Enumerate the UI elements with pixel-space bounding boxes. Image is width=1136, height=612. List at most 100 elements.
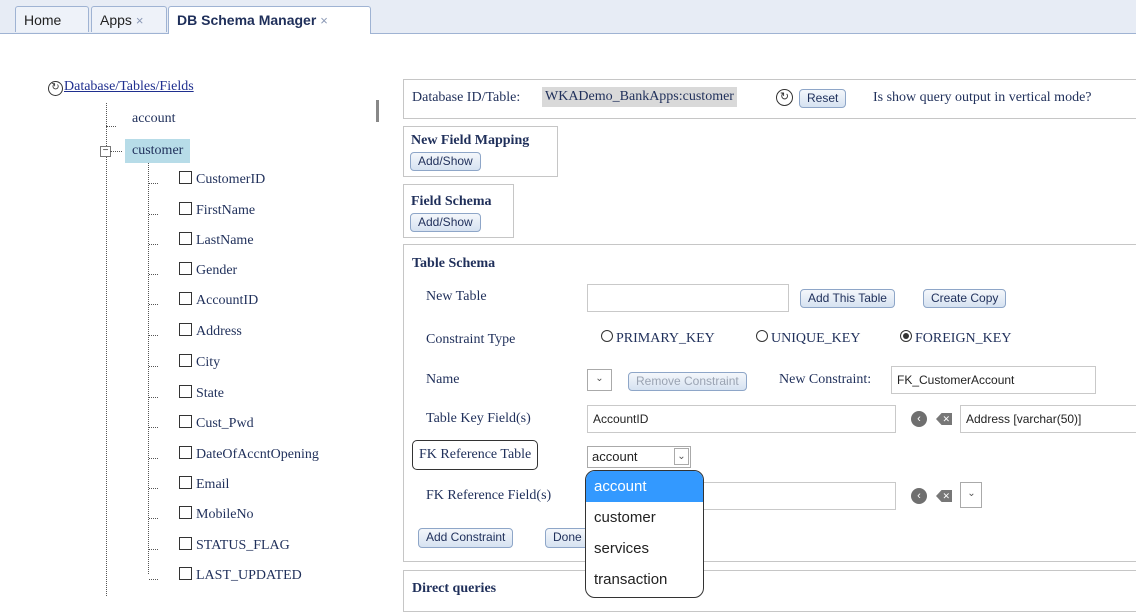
new-field-mapping-add-button[interactable]: Add/Show — [410, 152, 481, 171]
field-checkbox[interactable] — [179, 171, 192, 184]
field-checkbox[interactable] — [179, 415, 192, 428]
clear-icon[interactable]: ✕ — [936, 490, 952, 502]
new-field-mapping-title: New Field Mapping — [411, 133, 530, 148]
field-checkbox[interactable] — [179, 506, 192, 519]
tree-root-link[interactable]: Database/Tables/Fields — [64, 79, 194, 94]
tree-field-item[interactable]: State — [179, 385, 224, 402]
field-schema-add-button[interactable]: Add/Show — [410, 213, 481, 232]
fk-reference-field-input[interactable] — [700, 482, 896, 510]
radio-unique-key[interactable]: UNIQUE_KEY — [756, 330, 860, 347]
chevron-down-icon: ⌄ — [674, 448, 689, 465]
field-label: STATUS_FLAG — [196, 538, 290, 553]
tree-field-item[interactable]: STATUS_FLAG — [179, 537, 290, 554]
tree-field-item[interactable]: Address — [179, 323, 242, 340]
radio-foreign-key-control[interactable] — [900, 330, 912, 342]
field-checkbox[interactable] — [179, 354, 192, 367]
add-this-table-button[interactable]: Add This Table — [800, 289, 895, 308]
new-field-mapping-panel: New Field Mapping Add/Show — [403, 126, 558, 177]
table-key-fields-input[interactable]: AccountID — [587, 405, 896, 433]
tree-field-item[interactable]: CustomerID — [179, 171, 265, 188]
tree-connector — [106, 126, 116, 127]
tree-connector — [149, 244, 158, 245]
dropdown-option[interactable]: transaction — [586, 564, 703, 595]
tree-field-item[interactable]: LastName — [179, 232, 254, 249]
field-checkbox[interactable] — [179, 476, 192, 489]
create-copy-button[interactable]: Create Copy — [923, 289, 1007, 308]
field-checkbox[interactable] — [179, 232, 192, 245]
new-constraint-input[interactable]: FK_CustomerAccount — [891, 366, 1096, 394]
tree-field-item[interactable]: Gender — [179, 262, 237, 279]
radio-foreign-key-label: FOREIGN_KEY — [915, 331, 1012, 346]
tree-field-item[interactable]: Cust_Pwd — [179, 415, 254, 432]
done-button[interactable]: Done — [545, 528, 590, 548]
tree-field-item[interactable]: DateOfAccntOpening — [179, 446, 319, 463]
tree-connector — [149, 183, 158, 184]
close-icon[interactable]: × — [136, 13, 144, 28]
new-table-input[interactable] — [587, 284, 789, 312]
tree-connector — [149, 579, 158, 580]
radio-primary-key[interactable]: PRIMARY_KEY — [601, 330, 715, 347]
tree-table-customer[interactable]: customer — [125, 139, 191, 163]
fk-reference-table-select[interactable]: account ⌄ — [587, 446, 691, 468]
tree-connector — [149, 304, 158, 305]
tree-field-item[interactable]: City — [179, 354, 220, 371]
tree-field-item[interactable]: AccountID — [179, 292, 258, 309]
radio-unique-key-control[interactable] — [756, 330, 768, 342]
field-label: Address — [196, 324, 242, 339]
tree-table-label: account — [132, 111, 176, 126]
tab-home[interactable]: Home — [15, 6, 89, 32]
refresh-icon[interactable]: ↻ — [48, 81, 63, 96]
tree-field-item[interactable]: FirstName — [179, 202, 255, 219]
scrollbar-thumb[interactable] — [376, 100, 379, 122]
radio-foreign-key[interactable]: FOREIGN_KEY — [900, 330, 1011, 347]
key-field-select[interactable]: Address [varchar(50)] — [960, 405, 1136, 433]
back-icon[interactable]: ‹ — [911, 488, 927, 504]
field-checkbox[interactable] — [179, 446, 192, 459]
field-checkbox[interactable] — [179, 262, 192, 275]
tree-connector — [149, 335, 158, 336]
tab-db-schema-label: DB Schema Manager — [177, 12, 317, 28]
add-constraint-button[interactable]: Add Constraint — [418, 528, 514, 548]
tree-connector — [149, 397, 158, 398]
tree-table-label: customer — [132, 143, 184, 158]
fk-reference-field-select[interactable]: ⌄ — [960, 482, 982, 508]
tab-bar: Home Apps × DB Schema Manager × — [0, 0, 1136, 34]
dropdown-option[interactable]: services — [586, 533, 703, 564]
close-icon[interactable]: × — [320, 13, 328, 28]
tree-root[interactable]: ↻ Database/Tables/Fields — [48, 79, 194, 96]
tree-field-item[interactable]: LAST_UPDATED — [179, 567, 302, 584]
tree-connector — [149, 366, 158, 367]
table-schema-title: Table Schema — [412, 256, 496, 271]
tree-field-item[interactable]: MobileNo — [179, 506, 254, 523]
dropdown-option[interactable]: customer — [586, 502, 703, 533]
clear-icon[interactable]: ✕ — [936, 413, 952, 425]
tree-connector — [149, 488, 158, 489]
constraint-type-label: Constraint Type — [426, 332, 516, 347]
field-checkbox[interactable] — [179, 567, 192, 580]
field-checkbox[interactable] — [179, 292, 192, 305]
chevron-down-icon: ⌄ — [592, 371, 607, 388]
tab-apps[interactable]: Apps × — [91, 6, 167, 32]
tree-connector — [149, 214, 158, 215]
constraint-name-select[interactable]: ⌄ — [587, 369, 612, 391]
tree-table-account[interactable]: account — [132, 111, 176, 127]
tree-field-item[interactable]: Email — [179, 476, 229, 493]
field-checkbox[interactable] — [179, 323, 192, 336]
tab-db-schema-manager[interactable]: DB Schema Manager × — [168, 6, 371, 34]
reset-button[interactable]: Reset — [799, 89, 847, 108]
db-table-value: WKADemo_BankApps:customer — [542, 87, 737, 107]
field-schema-panel: Field Schema Add/Show — [403, 184, 514, 238]
back-icon[interactable]: ‹ — [911, 411, 927, 427]
field-checkbox[interactable] — [179, 385, 192, 398]
table-schema-panel: Table Schema New Table Add This Table Cr… — [403, 244, 1136, 562]
tree-connector — [149, 274, 158, 275]
field-label: Gender — [196, 263, 238, 278]
field-checkbox[interactable] — [179, 202, 192, 215]
radio-primary-key-control[interactable] — [601, 330, 613, 342]
dropdown-option[interactable]: account — [586, 471, 703, 502]
vertical-mode-label: Is show query output in vertical mode? — [873, 90, 1092, 105]
refresh-icon[interactable]: ↻ — [776, 89, 793, 106]
remove-constraint-button[interactable]: Remove Constraint — [628, 372, 747, 391]
field-checkbox[interactable] — [179, 537, 192, 550]
db-table-label: Database ID/Table: — [412, 90, 521, 105]
